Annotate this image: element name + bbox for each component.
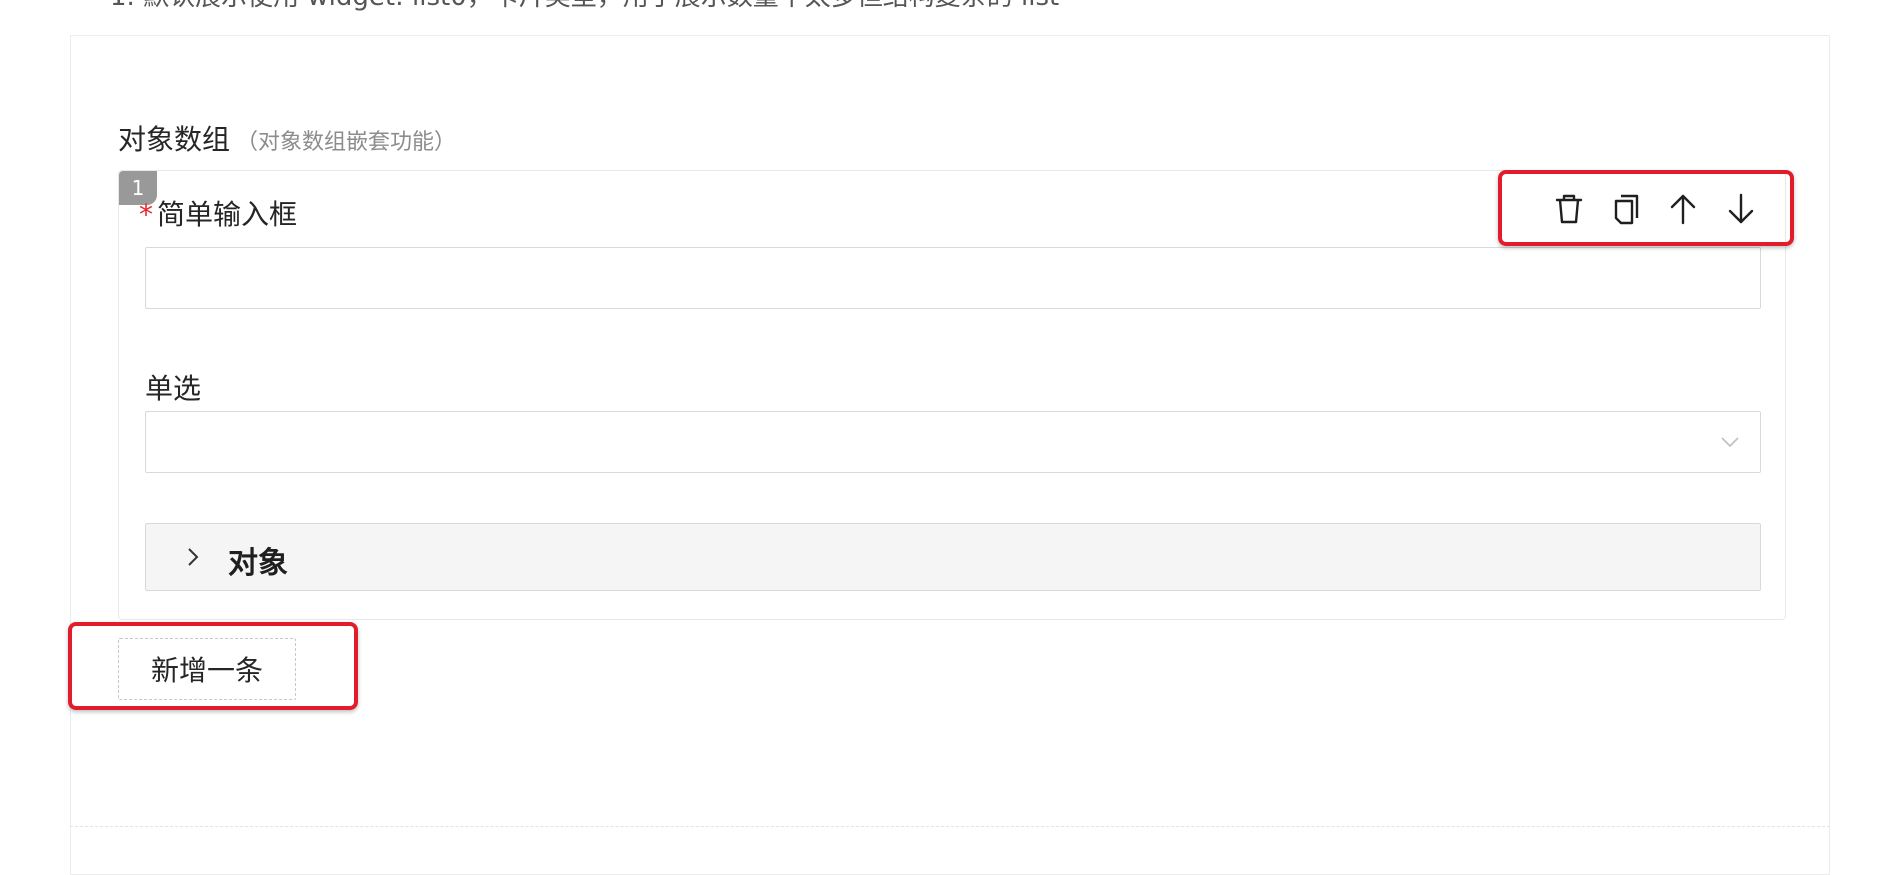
simple-text-input[interactable] (145, 247, 1761, 309)
chevron-down-icon (1721, 437, 1739, 448)
object-collapse-label: 对象 (228, 546, 288, 581)
chevron-right-icon (188, 548, 199, 566)
section-title: 对象数组 （对象数组嵌套功能） (118, 118, 456, 158)
trash-icon[interactable] (1552, 192, 1586, 226)
object-collapse-header[interactable]: 对象 (145, 523, 1761, 591)
required-mark: * (139, 198, 153, 231)
arrow-down-icon[interactable] (1724, 192, 1758, 226)
text-field-label-text: 简单输入框 (157, 198, 298, 231)
add-item-button[interactable]: 新增一条 (118, 638, 296, 700)
select-field-label: 单选 (145, 372, 202, 405)
single-select[interactable] (145, 411, 1761, 473)
section-title-text: 对象数组 (118, 123, 231, 156)
panel-bottom-divider (70, 826, 1830, 827)
arrow-up-icon[interactable] (1666, 192, 1700, 226)
section-description: （对象数组嵌套功能） (236, 130, 457, 155)
text-field-label: * 简单输入框 (139, 193, 297, 233)
item-action-toolbar (1498, 170, 1794, 246)
copy-icon[interactable] (1610, 192, 1644, 226)
top-note-text: 1. 默认展示使用 widget: list0，卡片类型，用于展示数量不太多但结… (110, 0, 1059, 13)
